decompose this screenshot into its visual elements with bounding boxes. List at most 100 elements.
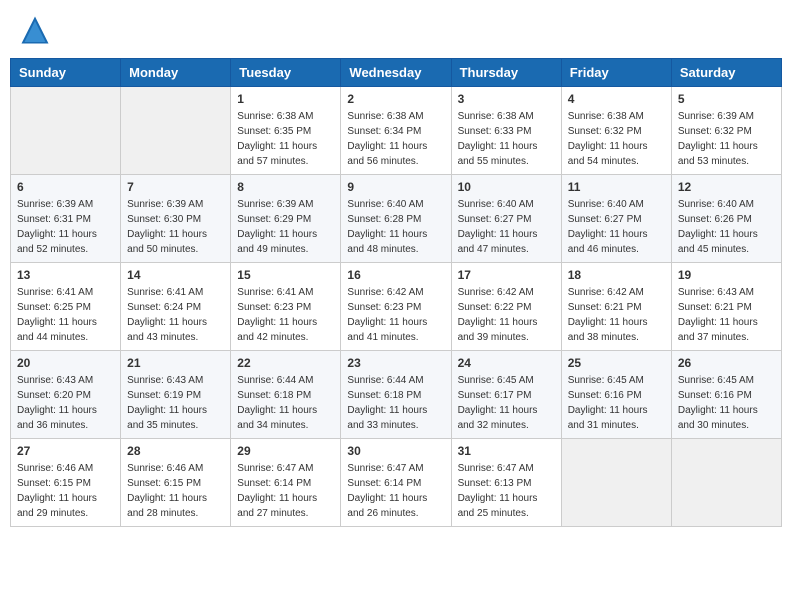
- calendar-day-cell: 10 Sunrise: 6:40 AMSunset: 6:27 PMDayligh…: [451, 175, 561, 263]
- calendar-day-cell: 7 Sunrise: 6:39 AMSunset: 6:30 PMDaylight…: [121, 175, 231, 263]
- page-header: [10, 10, 782, 50]
- calendar-day-cell: 1 Sunrise: 6:38 AMSunset: 6:35 PMDaylight…: [231, 87, 341, 175]
- day-number: 11: [568, 180, 665, 194]
- calendar-day-cell: 16Sunrise: 6:42 AMSunset: 6:23 PMDayligh…: [341, 263, 451, 351]
- calendar-week-row: 6 Sunrise: 6:39 AMSunset: 6:31 PMDaylight…: [11, 175, 782, 263]
- day-number: 14: [127, 268, 224, 282]
- day-number: 20: [17, 356, 114, 370]
- day-info: Sunrise: 6:38 AMSunset: 6:32 PMDaylight:…: [568, 109, 665, 169]
- day-number: 31: [458, 444, 555, 458]
- day-info: Sunrise: 6:40 AMSunset: 6:27 PMDaylight:…: [568, 197, 665, 257]
- calendar-day-cell: 2 Sunrise: 6:38 AMSunset: 6:34 PMDaylight…: [341, 87, 451, 175]
- day-number: 10: [458, 180, 555, 194]
- calendar-day-cell: 31 Sunrise: 6:47 AMSunset: 6:13 PMDayligh…: [451, 439, 561, 527]
- calendar-week-row: 20 Sunrise: 6:43 AMSunset: 6:20 PMDayligh…: [11, 351, 782, 439]
- day-number: 6: [17, 180, 114, 194]
- day-info: Sunrise: 6:44 AMSunset: 6:18 PMDaylight:…: [347, 373, 444, 433]
- day-info: Sunrise: 6:43 AMSunset: 6:20 PMDaylight:…: [17, 373, 114, 433]
- logo: [20, 15, 54, 45]
- day-number: 2: [347, 92, 444, 106]
- day-of-week-header: Wednesday: [341, 59, 451, 87]
- day-info: Sunrise: 6:39 AMSunset: 6:32 PMDaylight:…: [678, 109, 775, 169]
- day-number: 8: [237, 180, 334, 194]
- day-info: Sunrise: 6:42 AMSunset: 6:21 PMDaylight:…: [568, 285, 665, 345]
- day-of-week-header: Thursday: [451, 59, 561, 87]
- day-number: 9: [347, 180, 444, 194]
- calendar-day-cell: 6 Sunrise: 6:39 AMSunset: 6:31 PMDaylight…: [11, 175, 121, 263]
- calendar-day-cell: 18Sunrise: 6:42 AMSunset: 6:21 PMDayligh…: [561, 263, 671, 351]
- calendar-day-cell: 21 Sunrise: 6:43 AMSunset: 6:19 PMDayligh…: [121, 351, 231, 439]
- calendar-week-row: 1 Sunrise: 6:38 AMSunset: 6:35 PMDaylight…: [11, 87, 782, 175]
- day-info: Sunrise: 6:39 AMSunset: 6:31 PMDaylight:…: [17, 197, 114, 257]
- day-info: Sunrise: 6:38 AMSunset: 6:34 PMDaylight:…: [347, 109, 444, 169]
- day-info: Sunrise: 6:45 AMSunset: 6:16 PMDaylight:…: [678, 373, 775, 433]
- calendar-day-cell: 12 Sunrise: 6:40 AMSunset: 6:26 PMDayligh…: [671, 175, 781, 263]
- calendar-day-cell: [561, 439, 671, 527]
- day-number: 29: [237, 444, 334, 458]
- day-info: Sunrise: 6:40 AMSunset: 6:27 PMDaylight:…: [458, 197, 555, 257]
- day-info: Sunrise: 6:43 AMSunset: 6:21 PMDaylight:…: [678, 285, 775, 345]
- day-info: Sunrise: 6:42 AMSunset: 6:23 PMDaylight:…: [347, 285, 444, 345]
- day-number: 28: [127, 444, 224, 458]
- calendar-day-cell: 17 Sunrise: 6:42 AMSunset: 6:22 PMDayligh…: [451, 263, 561, 351]
- calendar-day-cell: 14Sunrise: 6:41 AMSunset: 6:24 PMDayligh…: [121, 263, 231, 351]
- day-number: 17: [458, 268, 555, 282]
- day-info: Sunrise: 6:46 AMSunset: 6:15 PMDaylight:…: [17, 461, 114, 521]
- day-info: Sunrise: 6:47 AMSunset: 6:13 PMDaylight:…: [458, 461, 555, 521]
- day-number: 4: [568, 92, 665, 106]
- day-number: 22: [237, 356, 334, 370]
- day-number: 1: [237, 92, 334, 106]
- day-info: Sunrise: 6:44 AMSunset: 6:18 PMDaylight:…: [237, 373, 334, 433]
- calendar-day-cell: 20 Sunrise: 6:43 AMSunset: 6:20 PMDayligh…: [11, 351, 121, 439]
- calendar-day-cell: 13 Sunrise: 6:41 AMSunset: 6:25 PMDayligh…: [11, 263, 121, 351]
- day-of-week-header: Friday: [561, 59, 671, 87]
- calendar-day-cell: 29 Sunrise: 6:47 AMSunset: 6:14 PMDayligh…: [231, 439, 341, 527]
- calendar-day-cell: [121, 87, 231, 175]
- day-info: Sunrise: 6:45 AMSunset: 6:16 PMDaylight:…: [568, 373, 665, 433]
- day-info: Sunrise: 6:38 AMSunset: 6:33 PMDaylight:…: [458, 109, 555, 169]
- day-info: Sunrise: 6:43 AMSunset: 6:19 PMDaylight:…: [127, 373, 224, 433]
- calendar-week-row: 13 Sunrise: 6:41 AMSunset: 6:25 PMDayligh…: [11, 263, 782, 351]
- day-info: Sunrise: 6:47 AMSunset: 6:14 PMDaylight:…: [237, 461, 334, 521]
- day-info: Sunrise: 6:39 AMSunset: 6:30 PMDaylight:…: [127, 197, 224, 257]
- day-number: 3: [458, 92, 555, 106]
- day-number: 21: [127, 356, 224, 370]
- day-number: 23: [347, 356, 444, 370]
- calendar-day-cell: 19 Sunrise: 6:43 AMSunset: 6:21 PMDayligh…: [671, 263, 781, 351]
- day-of-week-header: Sunday: [11, 59, 121, 87]
- day-info: Sunrise: 6:39 AMSunset: 6:29 PMDaylight:…: [237, 197, 334, 257]
- calendar-day-cell: 3 Sunrise: 6:38 AMSunset: 6:33 PMDaylight…: [451, 87, 561, 175]
- day-number: 27: [17, 444, 114, 458]
- day-number: 30: [347, 444, 444, 458]
- calendar-day-cell: 5Sunrise: 6:39 AMSunset: 6:32 PMDaylight…: [671, 87, 781, 175]
- day-number: 24: [458, 356, 555, 370]
- calendar-day-cell: 28 Sunrise: 6:46 AMSunset: 6:15 PMDayligh…: [121, 439, 231, 527]
- calendar-table: SundayMondayTuesdayWednesdayThursdayFrid…: [10, 58, 782, 527]
- calendar-day-cell: 27 Sunrise: 6:46 AMSunset: 6:15 PMDayligh…: [11, 439, 121, 527]
- calendar-day-cell: 15 Sunrise: 6:41 AMSunset: 6:23 PMDayligh…: [231, 263, 341, 351]
- day-info: Sunrise: 6:41 AMSunset: 6:25 PMDaylight:…: [17, 285, 114, 345]
- day-number: 15: [237, 268, 334, 282]
- day-of-week-header: Saturday: [671, 59, 781, 87]
- day-number: 12: [678, 180, 775, 194]
- calendar-header-row: SundayMondayTuesdayWednesdayThursdayFrid…: [11, 59, 782, 87]
- day-info: Sunrise: 6:41 AMSunset: 6:23 PMDaylight:…: [237, 285, 334, 345]
- day-number: 13: [17, 268, 114, 282]
- calendar-day-cell: 25 Sunrise: 6:45 AMSunset: 6:16 PMDayligh…: [561, 351, 671, 439]
- day-info: Sunrise: 6:42 AMSunset: 6:22 PMDaylight:…: [458, 285, 555, 345]
- day-number: 19: [678, 268, 775, 282]
- day-of-week-header: Monday: [121, 59, 231, 87]
- day-number: 25: [568, 356, 665, 370]
- calendar-week-row: 27 Sunrise: 6:46 AMSunset: 6:15 PMDayligh…: [11, 439, 782, 527]
- day-info: Sunrise: 6:40 AMSunset: 6:26 PMDaylight:…: [678, 197, 775, 257]
- calendar-day-cell: 4 Sunrise: 6:38 AMSunset: 6:32 PMDaylight…: [561, 87, 671, 175]
- calendar-day-cell: 8 Sunrise: 6:39 AMSunset: 6:29 PMDaylight…: [231, 175, 341, 263]
- calendar-day-cell: 30Sunrise: 6:47 AMSunset: 6:14 PMDayligh…: [341, 439, 451, 527]
- calendar-day-cell: 24Sunrise: 6:45 AMSunset: 6:17 PMDayligh…: [451, 351, 561, 439]
- day-info: Sunrise: 6:38 AMSunset: 6:35 PMDaylight:…: [237, 109, 334, 169]
- calendar-day-cell: 9Sunrise: 6:40 AMSunset: 6:28 PMDaylight…: [341, 175, 451, 263]
- calendar-day-cell: [11, 87, 121, 175]
- calendar-day-cell: [671, 439, 781, 527]
- day-info: Sunrise: 6:46 AMSunset: 6:15 PMDaylight:…: [127, 461, 224, 521]
- day-number: 7: [127, 180, 224, 194]
